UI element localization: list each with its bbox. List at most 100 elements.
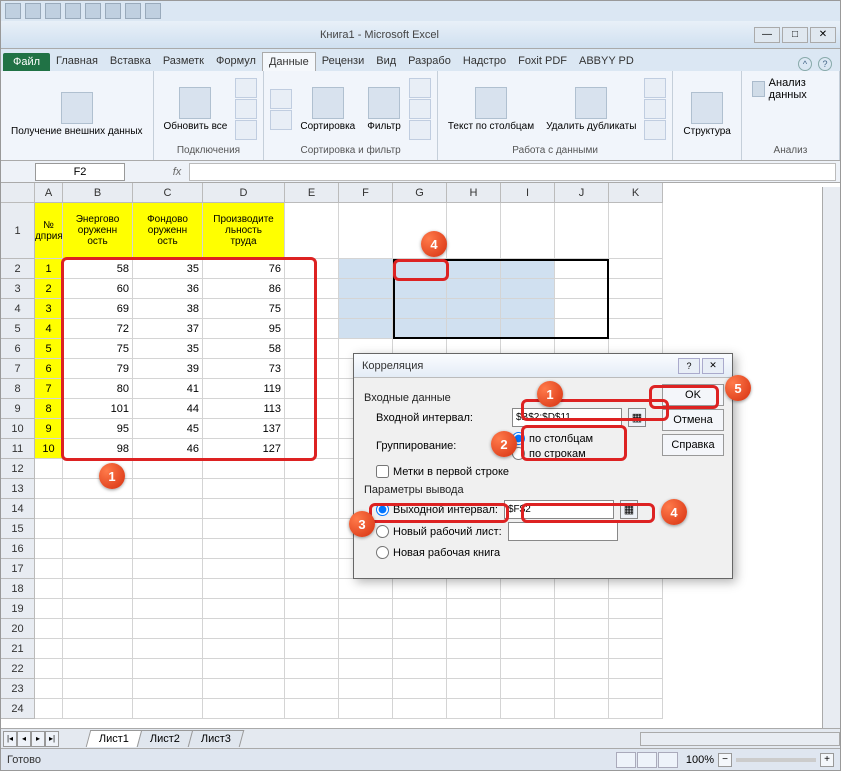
row-header[interactable]: 16: [1, 539, 35, 559]
cell[interactable]: 101: [63, 399, 133, 419]
cell[interactable]: 69: [63, 299, 133, 319]
cell[interactable]: [133, 599, 203, 619]
qat-undo-icon[interactable]: [45, 3, 61, 19]
cell[interactable]: [133, 519, 203, 539]
cell[interactable]: [285, 519, 339, 539]
maximize-button[interactable]: □: [782, 27, 808, 43]
cell[interactable]: 137: [203, 419, 285, 439]
column-header[interactable]: F: [339, 183, 393, 203]
remove-duplicates-button[interactable]: Удалить дубликаты: [542, 85, 640, 134]
page-layout-button[interactable]: [637, 752, 657, 768]
select-all-corner[interactable]: [1, 183, 35, 203]
column-header[interactable]: K: [609, 183, 663, 203]
row-header[interactable]: 22: [1, 659, 35, 679]
ribbon-tab[interactable]: Разметк: [157, 52, 210, 71]
cell[interactable]: 35: [133, 339, 203, 359]
prev-sheet-button[interactable]: ◂: [17, 731, 31, 747]
cell[interactable]: [555, 679, 609, 699]
row-header[interactable]: 10: [1, 419, 35, 439]
ribbon-tab[interactable]: Разрабо: [402, 52, 457, 71]
cell[interactable]: 4: [35, 319, 63, 339]
cell[interactable]: Энергово оруженн ость: [63, 203, 133, 259]
cell[interactable]: 86: [203, 279, 285, 299]
cell[interactable]: [447, 639, 501, 659]
cell[interactable]: [393, 659, 447, 679]
help-icon[interactable]: ?: [818, 57, 832, 71]
cell[interactable]: [609, 579, 663, 599]
cell[interactable]: [285, 319, 339, 339]
range-select-icon[interactable]: ▦: [620, 500, 638, 519]
data-analysis-button[interactable]: Анализ данных: [748, 73, 833, 105]
cell[interactable]: [63, 519, 133, 539]
cell[interactable]: [285, 699, 339, 719]
cell[interactable]: 3: [35, 299, 63, 319]
cell[interactable]: [133, 559, 203, 579]
ribbon-minimize-icon[interactable]: ^: [798, 57, 812, 71]
row-header[interactable]: 1: [1, 203, 35, 259]
cell[interactable]: [63, 459, 133, 479]
cell[interactable]: [285, 619, 339, 639]
cell[interactable]: 41: [133, 379, 203, 399]
cell[interactable]: [447, 619, 501, 639]
connections-icon[interactable]: [235, 78, 257, 98]
ribbon-tab[interactable]: Надстро: [457, 52, 512, 71]
minimize-button[interactable]: —: [754, 27, 780, 43]
cell[interactable]: [393, 599, 447, 619]
cell[interactable]: [285, 279, 339, 299]
cell[interactable]: 37: [133, 319, 203, 339]
column-header[interactable]: C: [133, 183, 203, 203]
properties-icon[interactable]: [235, 99, 257, 119]
cell[interactable]: [609, 203, 663, 259]
row-header[interactable]: 8: [1, 379, 35, 399]
validation-icon[interactable]: [644, 78, 666, 98]
horizontal-scrollbar[interactable]: [640, 732, 840, 746]
row-header[interactable]: 6: [1, 339, 35, 359]
cell[interactable]: [285, 479, 339, 499]
cell[interactable]: [63, 479, 133, 499]
cell[interactable]: [447, 579, 501, 599]
row-header[interactable]: 5: [1, 319, 35, 339]
new-sheet-name-field[interactable]: [508, 522, 618, 541]
cell[interactable]: [63, 699, 133, 719]
cell[interactable]: [285, 399, 339, 419]
row-header[interactable]: 3: [1, 279, 35, 299]
cell[interactable]: [555, 203, 609, 259]
row-header[interactable]: 12: [1, 459, 35, 479]
ribbon-tab[interactable]: ABBYY PD: [573, 52, 640, 71]
cell[interactable]: [63, 659, 133, 679]
vertical-scrollbar[interactable]: [822, 187, 840, 728]
cell[interactable]: [393, 679, 447, 699]
cell[interactable]: [393, 699, 447, 719]
close-button[interactable]: ✕: [810, 27, 836, 43]
cell[interactable]: [339, 699, 393, 719]
dialog-close-button[interactable]: ✕: [702, 358, 724, 374]
cell[interactable]: [203, 619, 285, 639]
cell[interactable]: [63, 599, 133, 619]
cell[interactable]: 38: [133, 299, 203, 319]
cell[interactable]: [555, 619, 609, 639]
row-header[interactable]: 21: [1, 639, 35, 659]
cell[interactable]: [203, 579, 285, 599]
cell[interactable]: [35, 599, 63, 619]
column-header[interactable]: J: [555, 183, 609, 203]
cell[interactable]: 10: [35, 439, 63, 459]
column-header[interactable]: A: [35, 183, 63, 203]
cell[interactable]: [35, 619, 63, 639]
cell[interactable]: [63, 619, 133, 639]
qat-redo-icon[interactable]: [65, 3, 81, 19]
ribbon-tab[interactable]: Рецензи: [316, 52, 371, 71]
cell[interactable]: [35, 459, 63, 479]
range-select-icon[interactable]: ▦: [628, 408, 646, 427]
cell[interactable]: [203, 659, 285, 679]
cell[interactable]: [133, 699, 203, 719]
cell[interactable]: [339, 203, 393, 259]
cell[interactable]: [447, 599, 501, 619]
sort-az-icon[interactable]: [270, 89, 292, 109]
cell[interactable]: [285, 639, 339, 659]
cell[interactable]: [35, 699, 63, 719]
filter-button[interactable]: Фильтр: [363, 85, 405, 134]
cell[interactable]: [285, 579, 339, 599]
cell[interactable]: [501, 699, 555, 719]
cell[interactable]: [35, 559, 63, 579]
ribbon-tab[interactable]: Вставка: [104, 52, 157, 71]
